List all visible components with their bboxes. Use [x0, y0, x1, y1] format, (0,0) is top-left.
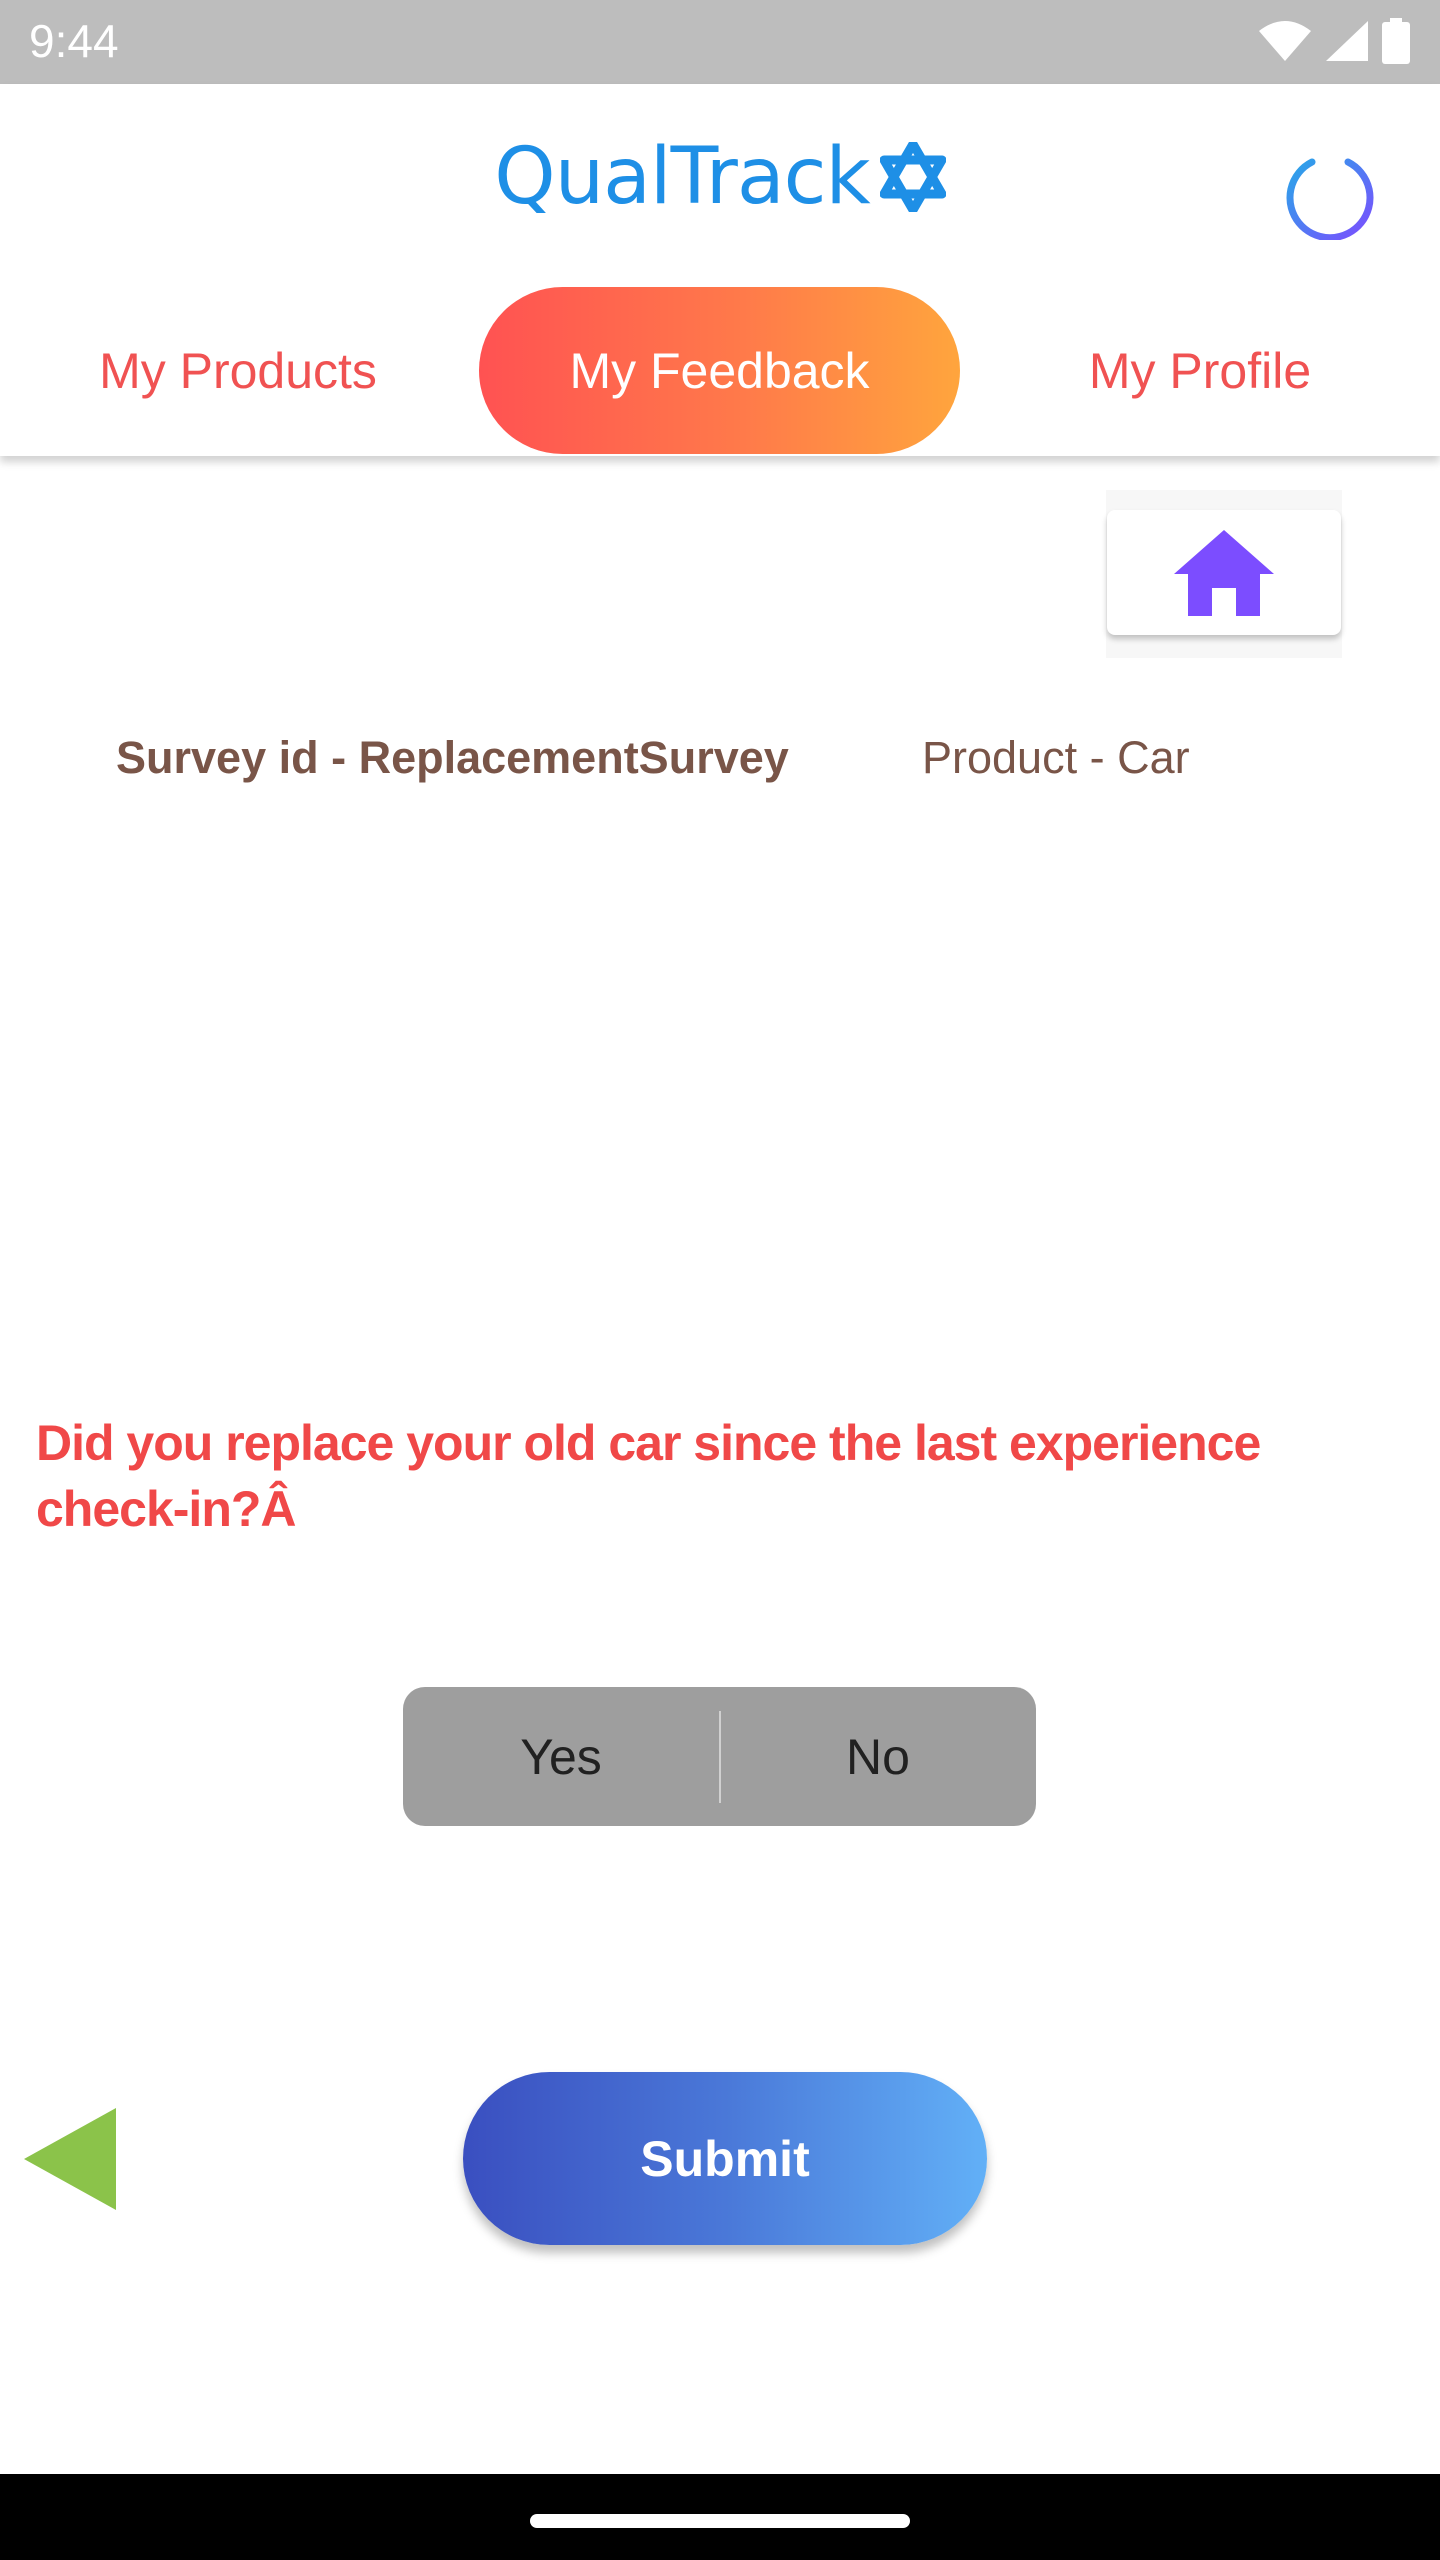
star-of-david-icon	[879, 142, 946, 212]
home-indicator[interactable]	[530, 2514, 910, 2528]
tab-my-products[interactable]: My Products	[38, 287, 438, 454]
wifi-icon	[1259, 21, 1311, 61]
status-bar: 9:44	[0, 0, 1440, 84]
tab-my-feedback[interactable]: My Feedback	[479, 287, 960, 454]
home-button[interactable]	[1107, 510, 1341, 635]
status-time: 9:44	[29, 15, 119, 67]
status-icons	[1258, 16, 1410, 66]
survey-product: Product - Car	[922, 732, 1190, 783]
survey-id: Survey id - ReplacementSurvey	[116, 732, 789, 783]
brand: QualTrack	[0, 132, 1440, 222]
power-button[interactable]	[1280, 132, 1380, 242]
home-icon	[1174, 529, 1274, 616]
battery-icon	[1382, 18, 1410, 64]
back-triangle-icon	[24, 2108, 116, 2210]
back-button[interactable]	[22, 2106, 118, 2212]
signal-icon	[1326, 21, 1368, 61]
no-option[interactable]: No	[720, 1687, 1036, 1826]
power-icon	[1286, 134, 1374, 242]
tab-bar: My Products My Feedback My Profile	[0, 287, 1440, 454]
yes-option[interactable]: Yes	[403, 1687, 719, 1826]
submit-button[interactable]: Submit	[463, 2072, 987, 2245]
tab-my-profile[interactable]: My Profile	[1000, 287, 1400, 454]
brand-name: QualTrack	[494, 132, 870, 222]
survey-question: Did you replace your old car since the l…	[36, 1415, 1261, 1537]
system-nav-bar	[0, 2474, 1440, 2560]
app-header: QualTrack My Products My Feedback My Pro…	[0, 84, 1440, 456]
yes-no-toggle: Yes No	[403, 1687, 1036, 1826]
